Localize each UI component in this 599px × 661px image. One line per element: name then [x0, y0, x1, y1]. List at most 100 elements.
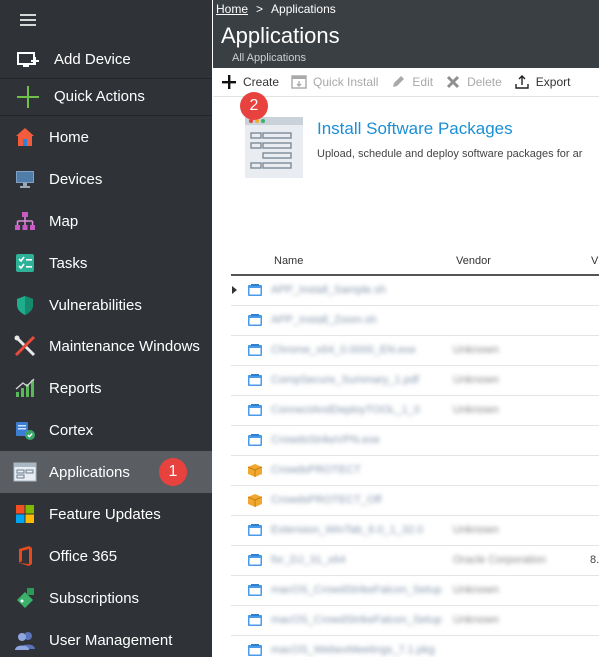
sidebar-item-office-365[interactable]: Office 365 [0, 535, 212, 577]
table-row[interactable]: macOS_CrowdStrikeFalcon_Setup Unknown [231, 606, 599, 636]
package-box-icon [247, 464, 263, 477]
table-row[interactable]: for_DJ_31_x64 Oracle Corporation 8. [231, 546, 599, 576]
row-vendor: Unknown [453, 584, 499, 596]
users-icon [12, 627, 38, 653]
package-icon [248, 584, 262, 596]
sidebar-item-map[interactable]: Map [0, 200, 212, 242]
breadcrumb-current: Applications [271, 2, 336, 16]
sidebar-item-label: Maintenance Windows [49, 337, 200, 355]
table-row[interactable]: Extension_WinTab_6.0_1_32.0 Unknown [231, 516, 599, 546]
column-header-name[interactable]: Name [274, 255, 303, 267]
tasks-checklist-icon [12, 250, 38, 276]
row-name: macOS_WebexMeetings_7.1.pkg [271, 644, 435, 656]
quick-install-icon [291, 74, 307, 90]
page-header: Home > Applications Applications All Appli… [213, 0, 599, 68]
row-vendor: Unknown [453, 404, 499, 416]
table-row[interactable]: CrowdsPROTECT [231, 456, 599, 486]
sidebar-item-devices[interactable]: Devices [0, 158, 212, 200]
row-version: 8. [590, 554, 599, 566]
row-name: APP_Install_Zoom.sh [271, 314, 377, 326]
sidebar-item-home[interactable]: Home [0, 116, 212, 158]
sidebar-item-tasks[interactable]: Tasks [0, 242, 212, 284]
edit-label: Edit [412, 75, 434, 89]
sidebar-item-label: Devices [49, 170, 103, 188]
package-icon [248, 284, 262, 296]
row-vendor: Unknown [453, 524, 499, 536]
table-row[interactable]: CrowdsStrikeVPN.exe [231, 426, 599, 456]
callout-badge-2: 2 [240, 92, 268, 120]
sidebar-item-label: Reports [49, 379, 102, 397]
sidebar-item-label: Vulnerabilities [49, 296, 142, 314]
row-name: Chrome_x64_0.0000_EN.exe [271, 344, 416, 356]
delete-x-icon [445, 74, 461, 90]
home-icon [12, 124, 38, 150]
table-body: APP_Install_Sample.sh APP_Install_Zoom.sh… [231, 276, 599, 657]
delete-button[interactable]: Delete [445, 74, 502, 90]
quick-actions-label: Quick Actions [54, 88, 145, 105]
table-row[interactable]: Chrome_x64_0.0000_EN.exe Unknown [231, 336, 599, 366]
table-row[interactable]: APP_Install_Zoom.sh [231, 306, 599, 336]
breadcrumb-home-link[interactable]: Home [216, 2, 248, 16]
sidebar: Add Device Quick Actions Home Devices Ma… [0, 0, 212, 657]
breadcrumb-separator: > [256, 2, 264, 16]
table-row[interactable]: CompSecure_Summary_1.pdf Unknown [231, 366, 599, 396]
sidebar-item-cortex[interactable]: Cortex [0, 409, 212, 451]
sidebar-item-label: Subscriptions [49, 589, 140, 607]
create-label: Create [243, 75, 280, 89]
expand-caret-icon[interactable] [232, 286, 237, 294]
table-row[interactable]: CrowdsPROTECT_Off [231, 486, 599, 516]
package-box-icon [247, 494, 263, 507]
install-packages-illustration [245, 117, 303, 178]
add-device-button[interactable]: Add Device [0, 41, 212, 79]
row-name: CrowdsPROTECT [271, 464, 361, 476]
sidebar-item-label: Applications [49, 463, 130, 481]
monitor-icon [12, 166, 38, 192]
page-title: Applications [221, 23, 340, 48]
applications-icon [12, 459, 38, 485]
install-software-packages-link[interactable]: Install Software Packages [317, 119, 513, 139]
row-name: CrowdsPROTECT_Off [271, 494, 382, 506]
column-header-version[interactable]: V [591, 255, 598, 267]
row-vendor: Unknown [453, 614, 499, 626]
sidebar-item-reports[interactable]: Reports [0, 367, 212, 409]
callout-badge-1: 1 [159, 458, 187, 486]
table-row[interactable]: macOS_WebexMeetings_7.1.pkg [231, 636, 599, 657]
quick-install-button[interactable]: Quick Install [291, 74, 378, 90]
export-button[interactable]: Export [514, 74, 570, 90]
sidebar-item-label: User Management [49, 631, 173, 649]
package-icon [248, 554, 262, 566]
edit-button[interactable]: Edit [390, 74, 433, 90]
row-name: CrowdsStrikeVPN.exe [271, 434, 380, 446]
hamburger-icon [20, 14, 36, 16]
sidebar-item-feature-updates[interactable]: Feature Updates [0, 493, 212, 535]
row-vendor: Unknown [453, 374, 499, 386]
row-name: CompSecure_Summary_1.pdf [271, 374, 419, 386]
column-header-vendor[interactable]: Vendor [456, 255, 491, 267]
sidebar-item-maintenance-windows[interactable]: Maintenance Windows [0, 325, 212, 367]
package-icon [248, 614, 262, 626]
sidebar-item-label: Feature Updates [49, 505, 161, 523]
row-name: macOS_CrowdStrikeFalcon_Setup [271, 584, 442, 596]
shield-icon [12, 292, 38, 318]
sidebar-item-vulnerabilities[interactable]: Vulnerabilities [0, 284, 212, 326]
applications-table: Name Vendor V APP_Install_Sample.sh APP_I… [231, 248, 599, 657]
table-row[interactable]: ConnectAndDeployTOOL_1_0 Unknown [231, 396, 599, 426]
table-row[interactable]: APP_Install_Sample.sh [231, 276, 599, 306]
package-icon [248, 434, 262, 446]
bar-chart-icon [12, 375, 38, 401]
quick-actions-button[interactable]: Quick Actions [0, 78, 212, 116]
windows-logo-icon [12, 501, 38, 527]
export-icon [514, 74, 530, 90]
delete-label: Delete [467, 75, 502, 89]
breadcrumb: Home > Applications [216, 2, 336, 16]
main-content: Home > Applications Applications All Appli… [213, 0, 599, 657]
quick-install-label: Quick Install [313, 75, 379, 89]
create-button[interactable]: Create [221, 74, 279, 90]
sidebar-item-user-management[interactable]: User Management [0, 619, 212, 661]
sidebar-item-subscriptions[interactable]: Subscriptions [0, 577, 212, 619]
install-description: Upload, schedule and deploy software pac… [317, 148, 583, 160]
office-logo-icon [12, 543, 38, 569]
pencil-icon [390, 74, 406, 90]
table-row[interactable]: macOS_CrowdStrikeFalcon_Setup Unknown [231, 576, 599, 606]
hamburger-menu-button[interactable] [0, 0, 212, 40]
